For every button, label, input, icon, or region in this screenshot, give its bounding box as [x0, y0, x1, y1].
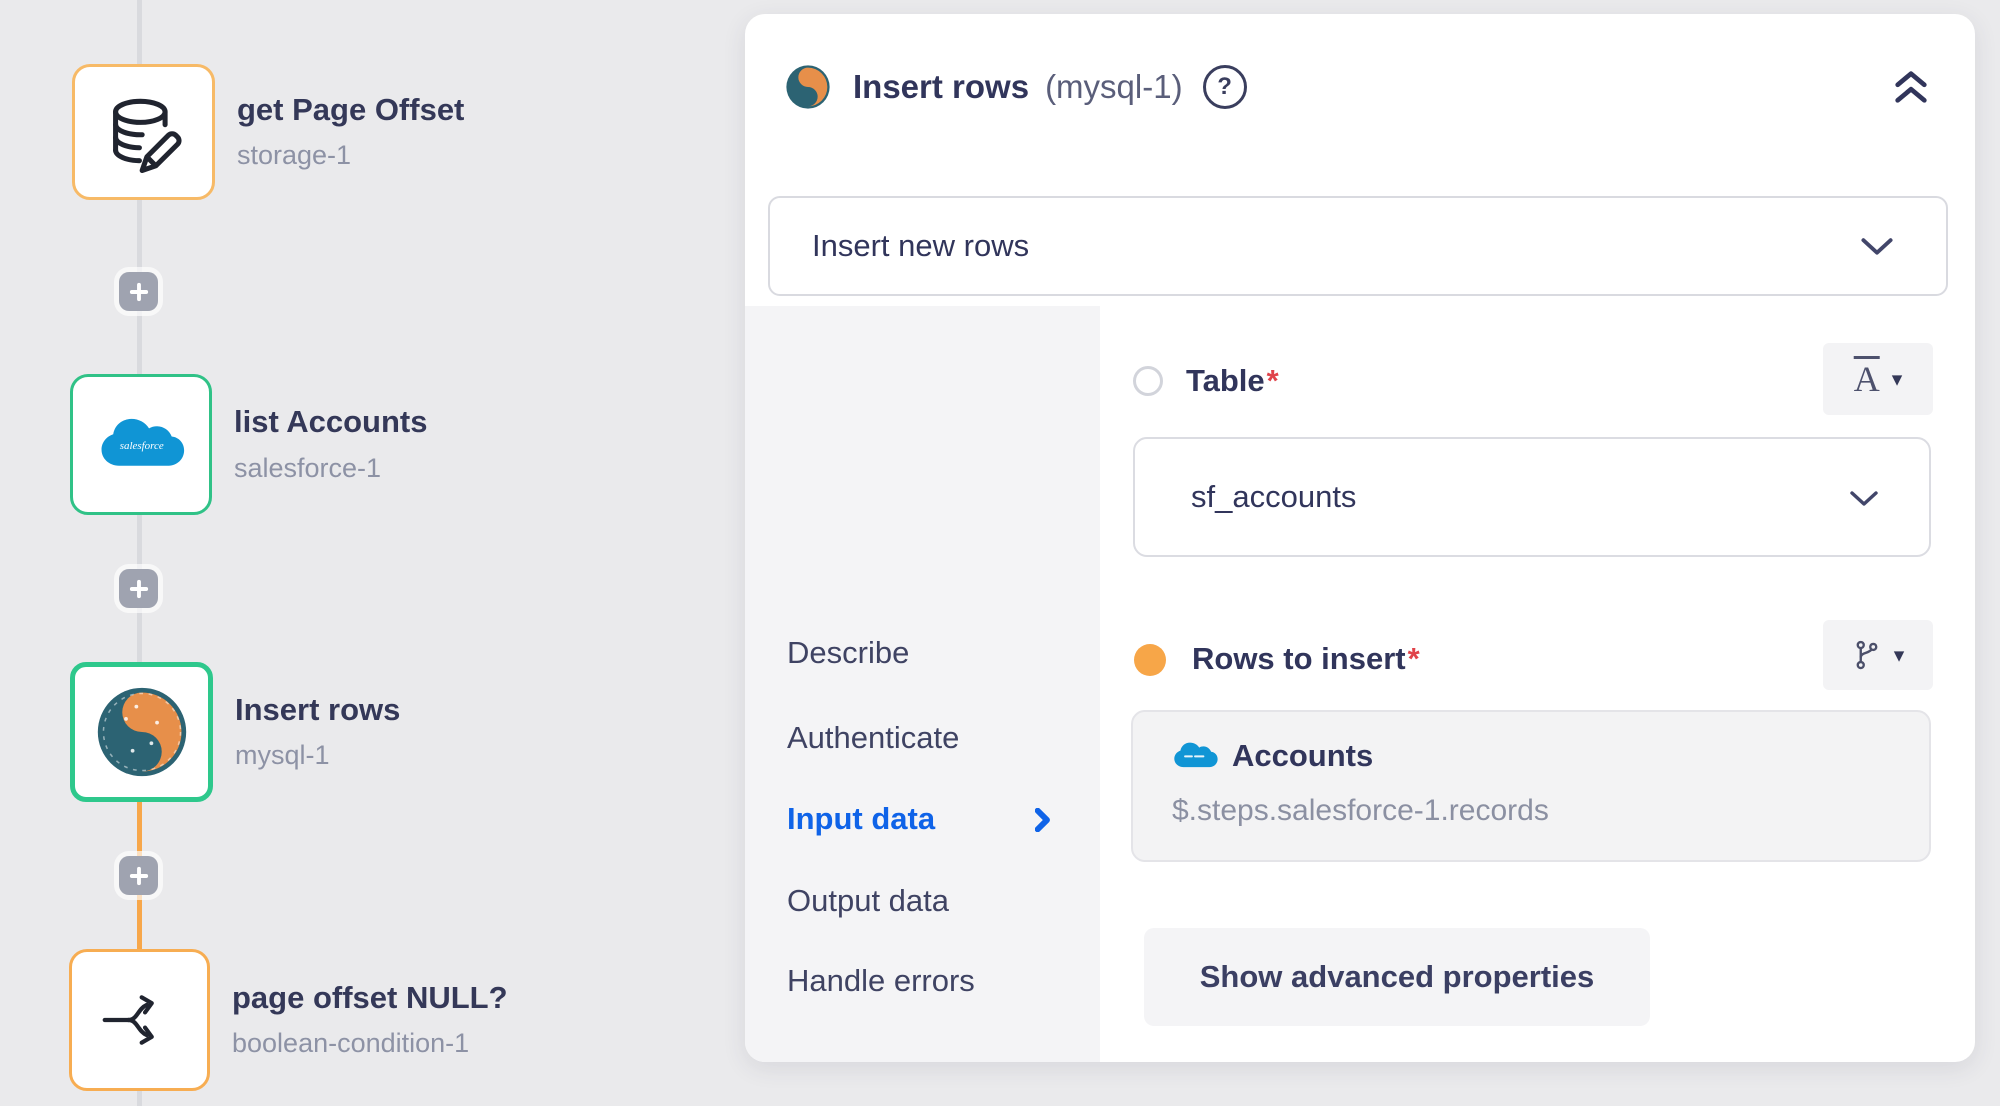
nav-item-handle-errors[interactable]: Handle errors [787, 963, 975, 999]
chevron-right-icon [1035, 808, 1051, 832]
panel-nav: Describe Authenticate Input data Output … [745, 306, 1100, 1062]
node-subtitle: mysql-1 [235, 740, 400, 771]
workflow-node-page-offset-null[interactable]: page offset NULL? boolean-condition-1 [69, 949, 508, 1091]
panel-header: Insert rows (mysql-1) ? [785, 64, 1247, 110]
panel-title: Insert rows [853, 68, 1029, 106]
help-icon[interactable]: ? [1203, 65, 1247, 109]
node-subtitle: storage-1 [237, 140, 464, 171]
field-type-selector-branch[interactable]: ▾ [1823, 620, 1933, 690]
workflow-node-insert-rows[interactable]: Insert rows mysql-1 [70, 662, 400, 802]
caret-down-icon: ▾ [1892, 367, 1903, 392]
panel-connector-id: (mysql-1) [1045, 68, 1183, 106]
field-type-selector-text[interactable]: A ▾ [1823, 343, 1933, 415]
workflow-builder-screen: get Page Offset storage-1 salesforce lis… [0, 0, 2000, 1106]
table-select[interactable]: sf_accounts [1133, 437, 1931, 557]
radio-empty-icon[interactable] [1133, 366, 1163, 396]
node-title: get Page Offset [237, 93, 464, 127]
node-title: Insert rows [235, 693, 400, 727]
caret-down-icon: ▾ [1894, 643, 1905, 668]
collapse-panel-button[interactable] [1891, 68, 1931, 106]
nav-item-describe[interactable]: Describe [787, 635, 909, 671]
field-label-rows-to-insert: Rows to insert* [1192, 641, 1420, 677]
nav-item-output-data[interactable]: Output data [787, 883, 949, 919]
chevron-down-icon [1860, 236, 1894, 258]
connector-line [137, 1091, 142, 1106]
mysql-connector-icon [785, 64, 831, 110]
svg-text:salesforce: salesforce [120, 440, 164, 452]
field-label-table: Table* [1186, 363, 1279, 399]
chip-jsonpath: $.steps.salesforce-1.records [1172, 794, 1549, 828]
plus-icon [126, 576, 152, 602]
node-title: page offset NULL? [232, 981, 508, 1015]
required-asterisk: * [1408, 641, 1420, 676]
node-subtitle: salesforce-1 [234, 453, 428, 484]
required-asterisk: * [1267, 363, 1279, 398]
workflow-node-list-accounts[interactable]: salesforce list Accounts salesforce-1 [70, 374, 428, 515]
node-title: list Accounts [234, 405, 428, 439]
add-step-button[interactable] [119, 272, 158, 311]
filled-dot-icon [1134, 644, 1166, 676]
show-advanced-properties-button[interactable]: Show advanced properties [1144, 928, 1650, 1026]
operation-select-value: Insert new rows [812, 228, 1029, 264]
node-subtitle: boolean-condition-1 [232, 1028, 508, 1059]
chevron-down-icon [1849, 489, 1879, 509]
add-step-button[interactable] [119, 569, 158, 608]
step-properties-panel: Insert rows (mysql-1) ? Insert new rows … [745, 14, 1975, 1062]
operation-select[interactable]: Insert new rows [768, 196, 1948, 296]
mysql-connector-icon [95, 685, 189, 779]
nav-item-input-data[interactable]: Input data [787, 801, 935, 837]
salesforce-cloud-icon [1172, 741, 1218, 771]
chip-title: Accounts [1232, 738, 1373, 774]
nav-item-authenticate[interactable]: Authenticate [787, 720, 959, 756]
database-edit-icon [100, 88, 188, 176]
salesforce-cloud-icon: salesforce [97, 416, 185, 473]
workflow-node-get-page-offset[interactable]: get Page Offset storage-1 [72, 64, 464, 200]
table-select-value: sf_accounts [1191, 479, 1356, 515]
connector-line [137, 0, 142, 64]
plus-icon [126, 863, 152, 889]
text-type-icon: A [1854, 358, 1880, 400]
rows-value-chip[interactable]: Accounts $.steps.salesforce-1.records [1131, 710, 1931, 862]
plus-icon [126, 279, 152, 305]
branch-split-icon [98, 978, 182, 1062]
add-step-button[interactable] [119, 856, 158, 895]
branch-type-icon [1852, 638, 1882, 672]
collapse-up-icon [1891, 68, 1931, 106]
